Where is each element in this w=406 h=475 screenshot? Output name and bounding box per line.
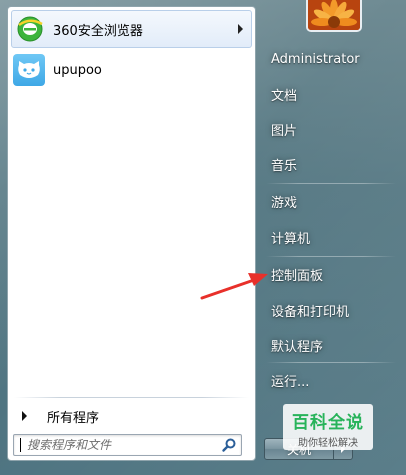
pinned-item-360-browser[interactable]: 360安全浏览器: [11, 10, 252, 48]
pinned-item-label: 360安全浏览器: [53, 23, 143, 39]
right-item-default-programs[interactable]: 默认程序: [264, 330, 396, 361]
right-item-devices-printers[interactable]: 设备和打印机: [264, 295, 396, 326]
expand-arrow-icon: [22, 411, 27, 421]
360-browser-icon: [15, 14, 45, 44]
pinned-item-label: upupoo: [53, 62, 102, 78]
right-item-administrator[interactable]: Administrator: [264, 44, 396, 75]
watermark-title: 百科全说: [292, 413, 364, 433]
search-box[interactable]: [13, 434, 242, 456]
user-account-picture[interactable]: [306, 0, 362, 32]
right-item-computer[interactable]: 计算机: [264, 222, 396, 253]
search-input[interactable]: [14, 435, 214, 455]
right-pane-separator: [266, 362, 396, 363]
right-pane-separator: [266, 256, 396, 257]
watermark-subtitle: 助你轻松解决: [298, 438, 358, 449]
right-item-documents[interactable]: 文档: [264, 79, 396, 110]
all-programs-label: 所有程序: [47, 410, 100, 426]
all-programs-button[interactable]: 所有程序: [14, 404, 251, 428]
left-pane-separator: [14, 397, 249, 398]
right-item-music[interactable]: 音乐: [264, 149, 396, 180]
right-item-run[interactable]: 运行...: [264, 365, 396, 396]
upupoo-icon: [13, 54, 45, 86]
right-item-games[interactable]: 游戏: [264, 186, 396, 217]
search-icon[interactable]: [221, 437, 237, 453]
annotation-arrow-icon: [200, 273, 268, 300]
right-pane-separator: [266, 183, 396, 184]
right-item-control-panel[interactable]: 控制面板: [264, 259, 396, 290]
right-item-pictures[interactable]: 图片: [264, 114, 396, 145]
start-menu-left-pane: 360安全浏览器 upupoo 所有程序: [7, 6, 256, 461]
pinned-item-upupoo[interactable]: upupoo: [11, 51, 252, 89]
submenu-arrow-icon[interactable]: [238, 24, 243, 34]
watermark-logo: 百科全说 助你轻松解决: [283, 404, 373, 450]
